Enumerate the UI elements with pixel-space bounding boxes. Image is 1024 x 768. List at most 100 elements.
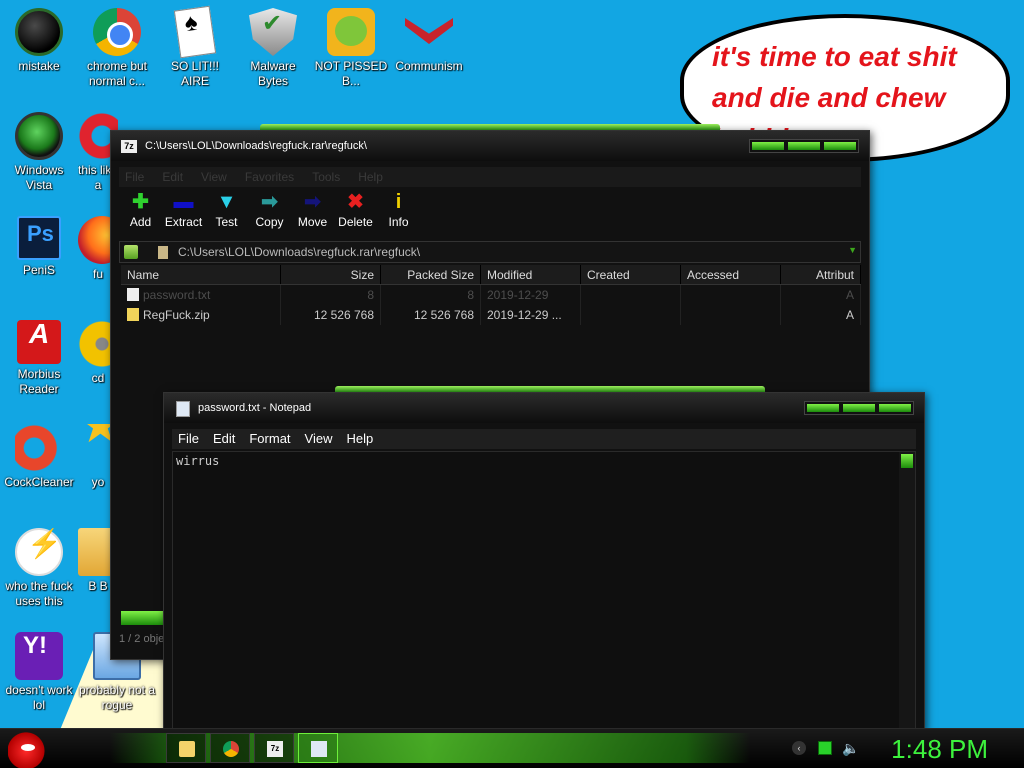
clock[interactable]: 1:48 PM (891, 734, 988, 765)
desktop-icon-yahoo[interactable]: doesn't work lol (0, 632, 78, 713)
menu-file[interactable]: File (125, 167, 144, 187)
taskbar-notepad[interactable] (298, 733, 338, 763)
desktop-icon-photoshop[interactable]: PeniS (0, 216, 78, 278)
chrome-icon (93, 8, 141, 56)
move-button[interactable]: ➡ Move (291, 189, 334, 239)
copy-arrow-icon: ➡ (261, 191, 278, 213)
column-created[interactable]: Created (581, 265, 681, 284)
menu-help[interactable]: Help (358, 167, 383, 187)
taskbar-chrome[interactable] (210, 733, 250, 763)
menu-help[interactable]: Help (346, 429, 373, 449)
minimize-button[interactable] (752, 142, 784, 150)
file-size: 8 (281, 285, 381, 305)
desktop-icon-label: Windows Vista (14, 163, 64, 192)
move-arrow-icon: ➡ (304, 191, 321, 213)
address-bar[interactable]: C:\Users\LOL\Downloads\regfuck.rar\regfu… (119, 241, 861, 263)
desktop-icon-communism[interactable]: Communism (390, 8, 468, 74)
table-row[interactable]: RegFuck.zip 12 526 768 12 526 768 2019-1… (121, 305, 861, 325)
sevenzip-titlebar[interactable]: 7z C:\Users\LOL\Downloads\regfuck.rar\re… (111, 131, 869, 161)
file-name-cell: password.txt (121, 285, 281, 305)
vertical-scrollbar[interactable] (899, 452, 915, 728)
info-label: Info (388, 215, 409, 229)
maximize-button[interactable] (788, 142, 820, 150)
copy-label: Copy (255, 215, 284, 229)
close-button[interactable] (879, 404, 911, 412)
menu-tools[interactable]: Tools (312, 167, 340, 187)
desktop-icon-cockcleaner[interactable]: CockCleaner (0, 424, 78, 490)
notepad-title: password.txt - Notepad (198, 402, 312, 414)
desktop-icon-label: Morbius Reader (17, 367, 61, 396)
desktop-icon-solitaire[interactable]: SO LIT!!! AIRE (156, 5, 234, 89)
notepad-menubar: File Edit Format View Help (172, 429, 916, 449)
chevron-down-icon[interactable]: ▼ (848, 245, 857, 255)
desktop-icon-pig-game[interactable]: NOT PISSED B... (312, 8, 390, 89)
desktop-icon-label: Malware Bytes (250, 59, 296, 88)
menu-view[interactable]: View (305, 429, 333, 449)
add-button[interactable]: ✚ Add (119, 189, 162, 239)
extract-button[interactable]: ▬ Extract (162, 189, 205, 239)
tray-chevron-icon[interactable]: ‹ (792, 741, 806, 755)
copy-button[interactable]: ➡ Copy (248, 189, 291, 239)
file-accessed (681, 285, 781, 305)
notepad-window[interactable]: password.txt - Notepad File Edit Format … (163, 392, 925, 728)
network-icon[interactable] (818, 741, 832, 755)
vista-icon (15, 112, 63, 160)
pig-icon (327, 8, 375, 56)
notepad-content[interactable]: wirrus (176, 454, 219, 468)
window-controls (804, 401, 914, 415)
column-size[interactable]: Size (281, 265, 381, 284)
taskbar-glow (110, 733, 750, 763)
file-list: Name Size Packed Size Modified Created A… (121, 265, 861, 395)
extract-label: Extract (164, 215, 203, 229)
column-attributes[interactable]: Attribut (781, 265, 861, 284)
desktop-icon-label: PeniS (22, 263, 56, 277)
chrome-icon (223, 741, 239, 757)
menu-format[interactable]: Format (249, 429, 290, 449)
start-button[interactable] (8, 730, 48, 768)
desktop-icon-mistake[interactable]: mistake (0, 8, 78, 74)
table-row[interactable]: password.txt 8 8 2019-12-29 A (121, 285, 861, 305)
desktop-icon-label: NOT PISSED B... (314, 59, 388, 88)
desktop-icon-morbius-reader[interactable]: Morbius Reader (0, 320, 78, 397)
test-button[interactable]: ▼ Test (205, 189, 248, 239)
file-size: 12 526 768 (281, 305, 381, 325)
info-button[interactable]: i Info (377, 189, 420, 239)
notepad-titlebar[interactable]: password.txt - Notepad (164, 393, 924, 423)
desktop-icon-who-uses-this[interactable]: who the fuck uses this (0, 528, 78, 609)
close-button[interactable] (824, 142, 856, 150)
column-modified[interactable]: Modified (481, 265, 581, 284)
plus-icon: ✚ (132, 191, 149, 213)
folder-up-icon[interactable] (124, 245, 138, 259)
column-accessed[interactable]: Accessed (681, 265, 781, 284)
minus-icon: ▬ (173, 191, 194, 213)
column-name[interactable]: Name (121, 265, 281, 284)
delete-button[interactable]: ✖ Delete (334, 189, 377, 239)
desktop-icon-malwarebytes[interactable]: Malware Bytes (234, 8, 312, 89)
menu-favorites[interactable]: Favorites (245, 167, 294, 187)
menu-file[interactable]: File (178, 429, 199, 449)
taskbar-explorer[interactable] (166, 733, 206, 763)
delete-label: Delete (338, 215, 373, 229)
maximize-button[interactable] (843, 404, 875, 412)
file-modified: 2019-12-29 (481, 285, 581, 305)
address-path[interactable]: C:\Users\LOL\Downloads\regfuck.rar\regfu… (178, 245, 420, 259)
scrollbar-thumb[interactable] (901, 454, 913, 468)
zip-file-icon (127, 308, 139, 321)
column-packed-size[interactable]: Packed Size (381, 265, 481, 284)
menu-view[interactable]: View (201, 167, 227, 187)
desktop-icon-label: CockCleaner (4, 475, 74, 489)
communism-icon (405, 8, 453, 56)
cards-icon (173, 5, 217, 59)
desktop-icon-chrome[interactable]: chrome but normal c... (78, 8, 156, 89)
minimize-button[interactable] (807, 404, 839, 412)
menu-edit[interactable]: Edit (213, 429, 235, 449)
notepad-icon (311, 741, 327, 757)
sevenzip-logo-icon: 7z (121, 140, 137, 153)
photoshop-icon (17, 216, 61, 260)
taskbar-7zip[interactable]: 7z (254, 733, 294, 763)
notepad-text-area[interactable]: wirrus (172, 451, 916, 728)
volume-icon[interactable]: 🔈 (842, 741, 859, 755)
desktop-icon-windows-vista[interactable]: Windows Vista (0, 112, 78, 193)
menu-edit[interactable]: Edit (162, 167, 183, 187)
file-list-header: Name Size Packed Size Modified Created A… (121, 265, 861, 285)
